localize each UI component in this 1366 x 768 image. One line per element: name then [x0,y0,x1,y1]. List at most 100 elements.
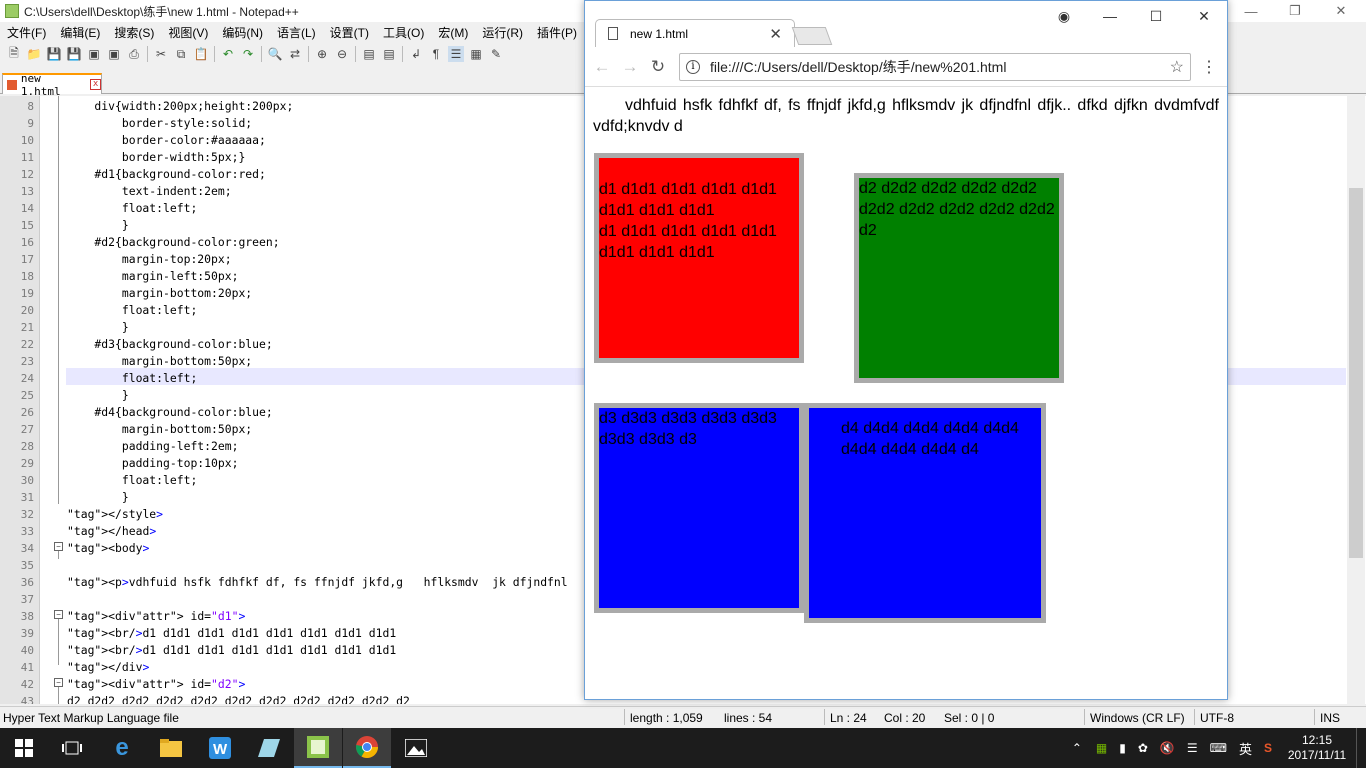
code-line[interactable]: d2 d2d2 d2d2 d2d2 d2d2 d2d2 d2d2 d2d2 d2… [67,693,410,704]
word-wrap-icon[interactable]: ↲ [408,46,424,62]
taskbar-edge[interactable]: e [98,728,146,768]
browser-menu-icon[interactable]: ⋮ [1201,57,1217,77]
code-line[interactable]: border-width:5px;} [67,149,245,166]
sync-v-icon[interactable]: ▤ [361,46,377,62]
menu-file[interactable]: 文件(F) [0,24,53,41]
show-all-chars-icon[interactable]: ¶ [428,46,444,62]
menu-run[interactable]: 运行(R) [475,24,530,41]
function-list-icon[interactable]: ✎ [488,46,504,62]
code-line[interactable]: "tag"><div"attr"> id="d1"> [67,608,245,625]
code-line[interactable]: float:left; [67,302,197,319]
nvidia-icon[interactable]: ▦ [1096,741,1107,755]
code-line[interactable]: #d3{background-color:blue; [67,336,272,353]
code-line[interactable]: div{width:200px;height:200px; [67,98,293,115]
code-line[interactable]: "tag"><p>vdhfuid hsfk fdhfkf df, fs ffnj… [67,574,568,591]
find-icon[interactable]: 🔍 [267,46,283,62]
save-icon[interactable]: 💾 [46,46,62,62]
browser-minimize-icon[interactable]: — [1087,5,1133,27]
tab-new-1-html[interactable]: new 1.html x [2,72,102,98]
code-line[interactable]: "tag"><body> [67,540,149,557]
code-line[interactable]: "tag"><br/>d1 d1d1 d1d1 d1d1 d1d1 d1d1 d… [67,625,396,642]
browser-maximize-icon[interactable]: ☐ [1133,5,1179,27]
code-line[interactable]: #d4{background-color:blue; [67,404,272,421]
taskbar-chrome[interactable] [343,728,391,768]
menu-settings[interactable]: 设置(T) [323,24,376,41]
notepad-minimize-icon[interactable]: — [1228,0,1274,22]
taskbar-notes[interactable] [245,728,293,768]
paste-icon[interactable]: 📋 [193,46,209,62]
code-line[interactable]: float:left; [67,200,197,217]
close-all-icon[interactable]: ▣ [106,46,122,62]
keyboard-icon[interactable]: ⌨ [1210,741,1227,755]
address-bar[interactable]: i file:///C:/Users/dell/Desktop/练手/new%2… [679,53,1191,81]
code-line[interactable]: "tag"></head> [67,523,156,540]
notepad-close-icon[interactable]: ✕ [1318,0,1364,22]
open-file-icon[interactable]: 📁 [26,46,42,62]
code-line[interactable]: } [67,489,129,506]
undo-icon[interactable]: ↶ [220,46,236,62]
code-line[interactable]: border-color:#aaaaaa; [67,132,266,149]
code-line[interactable]: border-style:solid; [67,115,252,132]
ime-indicator[interactable]: 英 [1239,739,1252,758]
scrollbar-thumb[interactable] [1349,188,1363,558]
code-line[interactable]: "tag"><div"attr"> id="d2"> [67,676,245,693]
fold-toggle-icon[interactable]: − [54,678,63,687]
code-line[interactable]: text-indent:2em; [67,183,232,200]
menu-edit[interactable]: 编辑(E) [53,24,107,41]
zoom-in-icon[interactable]: ⊕ [314,46,330,62]
menu-language[interactable]: 语言(L) [270,24,323,41]
indent-guide-icon[interactable]: ☰ [448,46,464,62]
bookmark-star-icon[interactable]: ☆ [1170,57,1184,77]
print-icon[interactable]: ⎙ [126,46,142,62]
menu-macro[interactable]: 宏(M) [431,24,475,41]
back-icon[interactable]: ← [591,56,613,78]
taskbar-wps[interactable]: W [196,728,244,768]
browser-close-icon[interactable]: ✕ [1181,5,1227,27]
code-line[interactable]: #d2{background-color:green; [67,234,279,251]
code-line[interactable]: padding-left:2em; [67,438,239,455]
code-line[interactable]: } [67,319,129,336]
code-line[interactable]: "tag"></div> [67,659,149,676]
battery-icon[interactable]: ▮ [1119,741,1126,755]
doc-map-icon[interactable]: ▦ [468,46,484,62]
menu-plugins[interactable]: 插件(P) [530,24,584,41]
replace-icon[interactable]: ⇄ [287,46,303,62]
show-hidden-icons-icon[interactable]: ⌃ [1072,741,1082,755]
fold-toggle-icon[interactable]: − [54,542,63,551]
code-line[interactable]: margin-bottom:50px; [67,353,252,370]
wifi-icon[interactable]: ✿ [1138,741,1148,755]
code-line[interactable]: #d1{background-color:red; [67,166,265,183]
zoom-out-icon[interactable]: ⊖ [334,46,350,62]
menu-view[interactable]: 视图(V) [161,24,215,41]
start-button[interactable] [0,728,48,768]
task-view-button[interactable] [48,728,96,768]
menu-search[interactable]: 搜索(S) [107,24,161,41]
code-line[interactable]: margin-left:50px; [67,268,239,285]
redo-icon[interactable]: ↷ [240,46,256,62]
info-icon[interactable]: i [686,60,700,74]
taskbar-photos[interactable] [392,728,440,768]
code-line[interactable]: float:left; [67,370,197,387]
cut-icon[interactable]: ✂ [153,46,169,62]
code-line[interactable]: "tag"><br/>d1 d1d1 d1d1 d1d1 d1d1 d1d1 d… [67,642,396,659]
new-file-icon[interactable]: 🗎 [6,46,22,62]
volume-muted-icon[interactable]: 🔇 [1160,741,1175,755]
close-file-icon[interactable]: ▣ [86,46,102,62]
sync-h-icon[interactable]: ▤ [381,46,397,62]
save-all-icon[interactable]: 💾 [66,46,82,62]
code-line[interactable]: "tag"></style> [67,506,163,523]
code-line[interactable]: } [67,217,129,234]
code-line[interactable]: padding-top:10px; [67,455,239,472]
taskbar-explorer[interactable] [147,728,195,768]
code-line[interactable]: margin-top:20px; [67,251,232,268]
editor-vertical-scrollbar[interactable] [1347,96,1365,704]
tab-close-icon[interactable]: x [90,79,102,90]
tab-close-icon[interactable]: ✕ [769,25,782,43]
code-line[interactable]: margin-bottom:20px; [67,285,252,302]
clock[interactable]: 12:15 2017/11/11 [1278,733,1356,763]
new-tab-button[interactable] [791,27,833,45]
action-center-icon[interactable]: ☰ [1187,741,1198,755]
code-line[interactable]: } [67,387,129,404]
profile-icon[interactable]: ◉ [1041,5,1087,27]
browser-tab[interactable]: new 1.html ✕ [595,19,795,47]
